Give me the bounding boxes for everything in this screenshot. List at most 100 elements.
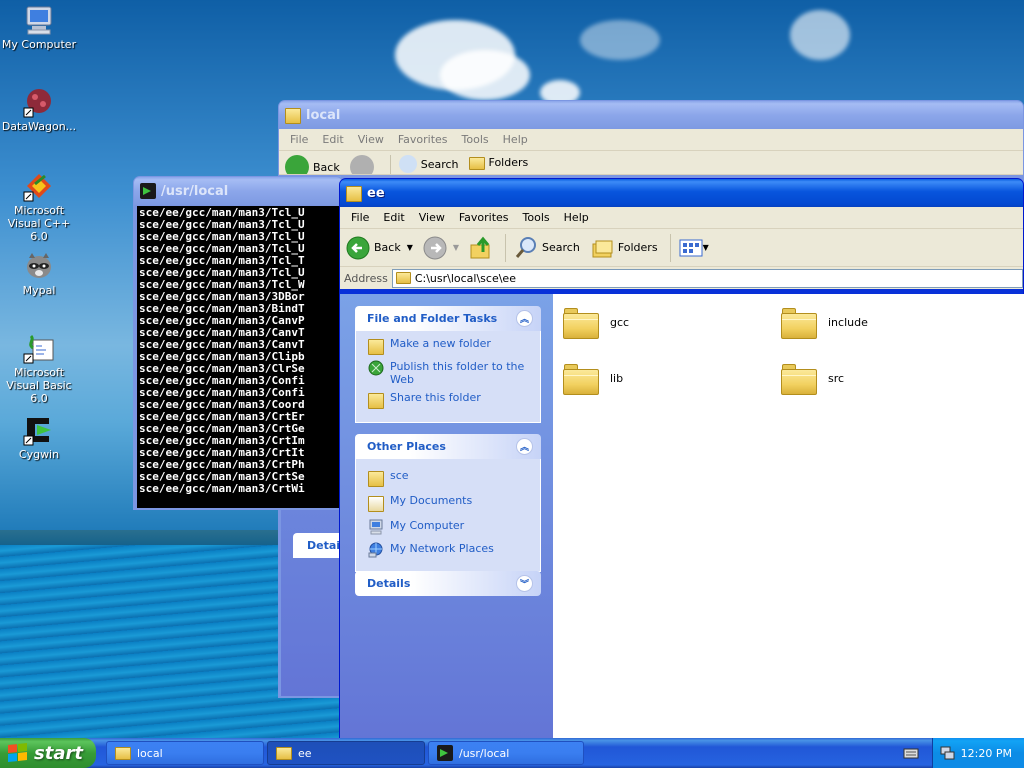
console-line: sce/ee/gcc/man/man3/CrtWi [139, 482, 305, 495]
place-my-documents[interactable]: My Documents [368, 494, 530, 512]
back-arrow-icon [285, 155, 309, 174]
desktop-icon-mypal[interactable]: Mypal [0, 250, 78, 297]
desktop-icon-label: My Computer [1, 38, 77, 51]
taskbar-item-ee[interactable]: ee [267, 741, 425, 765]
start-button[interactable]: start [0, 738, 96, 768]
menu-edit[interactable]: Edit [315, 133, 350, 146]
local-menubar: File Edit View Favorites Tools Help [279, 129, 1023, 151]
folder-item-gcc[interactable]: gcc [562, 304, 629, 340]
desktop-icon-label: Microsoft Visual Basic 6.0 [6, 366, 72, 405]
folder-icon [395, 272, 411, 284]
collapse-chevron-icon[interactable]: ︽ [516, 310, 533, 327]
toolbar-separator [389, 155, 391, 174]
place-my-network-places[interactable]: My Network Places [368, 542, 530, 558]
up-folder-button[interactable] [469, 236, 493, 260]
task-make-new-folder[interactable]: Make a new folder [368, 337, 530, 355]
network-tray-icon[interactable] [939, 745, 955, 761]
forward-arrow-icon [349, 155, 374, 174]
local-toolbar: Back Search Folders [279, 151, 1023, 175]
desktop-icon-label: DataWagon... [1, 120, 77, 133]
taskbar-item-local[interactable]: local [106, 741, 264, 765]
cloud-decoration [790, 10, 850, 60]
local-details-header[interactable]: Detail [293, 533, 344, 558]
task-publish-folder[interactable]: Publish this folder to the Web [368, 360, 530, 386]
forward-button[interactable] [349, 155, 378, 174]
folder-icon [346, 186, 362, 202]
menu-file[interactable]: File [344, 211, 376, 224]
keyboard-icon[interactable] [903, 746, 919, 760]
forward-arrow-icon [423, 236, 447, 259]
console-output[interactable]: sce/ee/gcc/man/man3/Tcl_U sce/ee/gcc/man/… [137, 206, 341, 508]
address-field[interactable]: C:\usr\local\sce\ee [391, 268, 1023, 288]
ee-taskpane: File and Folder Tasks ︽ Make a new folde… [340, 294, 553, 739]
back-button[interactable]: Back ▼ [346, 236, 413, 260]
windows-flag-icon [8, 743, 28, 763]
desktop-icon-datawagon[interactable]: DataWagon... [0, 86, 78, 133]
folders-button[interactable]: Folders [590, 236, 658, 260]
menu-tools[interactable]: Tools [516, 211, 557, 224]
visual-basic-icon [23, 332, 55, 364]
desktop-icon-cygwin[interactable]: Cygwin [0, 414, 78, 461]
my-documents-icon [368, 496, 384, 512]
menu-view[interactable]: View [351, 133, 391, 146]
clock[interactable]: 12:20 PM [961, 747, 1012, 760]
search-button[interactable]: Search [398, 155, 459, 173]
ee-addressbar: Address C:\usr\local\sce\ee [340, 267, 1023, 289]
collapse-chevron-icon[interactable]: ︽ [516, 438, 533, 455]
cloud-decoration [580, 20, 660, 60]
desktop-icon-my-computer[interactable]: My Computer [0, 4, 78, 51]
desktop-icon-visual-basic[interactable]: Microsoft Visual Basic 6.0 [0, 332, 78, 405]
ee-titlebar[interactable]: ee [340, 179, 1023, 207]
cygwin-icon [437, 745, 453, 761]
address-value: C:\usr\local\sce\ee [414, 271, 516, 285]
back-button[interactable]: Back [285, 155, 340, 174]
folders-icon [468, 157, 485, 170]
menu-favorites[interactable]: Favorites [452, 211, 516, 224]
details-header[interactable]: Details ︾ [355, 571, 541, 596]
up-folder-icon [470, 236, 490, 258]
views-icon [679, 239, 703, 256]
views-button[interactable]: ▼ [679, 238, 709, 258]
folders-button[interactable]: Folders [468, 155, 528, 170]
place-sce[interactable]: sce [368, 469, 530, 487]
menu-view[interactable]: View [412, 211, 452, 224]
search-button[interactable]: Search [514, 236, 580, 260]
window-title: /usr/local [161, 183, 229, 199]
expand-chevron-icon[interactable]: ︾ [516, 575, 533, 592]
desktop-icon-visual-cpp[interactable]: Microsoft Visual C++ 6.0 [0, 170, 78, 243]
folder-icon [562, 304, 600, 340]
back-arrow-icon [346, 236, 370, 259]
desktop-icon-label: Cygwin [18, 448, 60, 461]
details-panel: Details ︾ [355, 571, 541, 596]
back-dropdown-icon[interactable]: ▼ [407, 243, 413, 252]
cygwin-icon [23, 414, 55, 446]
forward-button[interactable]: ▼ [423, 236, 459, 260]
address-label: Address [344, 271, 388, 285]
local-titlebar[interactable]: local [279, 101, 1023, 129]
folder-icon [285, 108, 301, 124]
menu-file[interactable]: File [283, 133, 315, 146]
menu-help[interactable]: Help [557, 211, 596, 224]
desktop-icon-label: Microsoft Visual C++ 6.0 [7, 204, 71, 243]
console-titlebar[interactable]: /usr/local [134, 177, 342, 205]
ee-window[interactable]: ee File Edit View Favorites Tools Help B… [339, 178, 1024, 739]
other-places-header[interactable]: Other Places ︽ [355, 434, 541, 459]
views-dropdown-icon[interactable]: ▼ [703, 243, 709, 252]
folder-icon [276, 746, 292, 760]
console-window[interactable]: /usr/local sce/ee/gcc/man/man3/Tcl_U sce/… [133, 176, 343, 510]
folder-item-include[interactable]: include [780, 304, 868, 340]
menu-favorites[interactable]: Favorites [391, 133, 455, 146]
search-icon [398, 155, 417, 173]
taskbar-item-usr-local[interactable]: /usr/local [428, 741, 584, 765]
forward-dropdown-icon[interactable]: ▼ [453, 243, 459, 252]
menu-tools[interactable]: Tools [455, 133, 496, 146]
task-share-folder[interactable]: Share this folder [368, 391, 530, 409]
menu-help[interactable]: Help [496, 133, 535, 146]
menu-edit[interactable]: Edit [376, 211, 411, 224]
share-folder-icon [368, 393, 384, 409]
folder-item-src[interactable]: src [780, 360, 844, 396]
place-my-computer[interactable]: My Computer [368, 519, 530, 535]
ee-content: File and Folder Tasks ︽ Make a new folde… [340, 294, 1024, 739]
file-folder-tasks-header[interactable]: File and Folder Tasks ︽ [355, 306, 541, 331]
folder-item-lib[interactable]: lib [562, 360, 623, 396]
